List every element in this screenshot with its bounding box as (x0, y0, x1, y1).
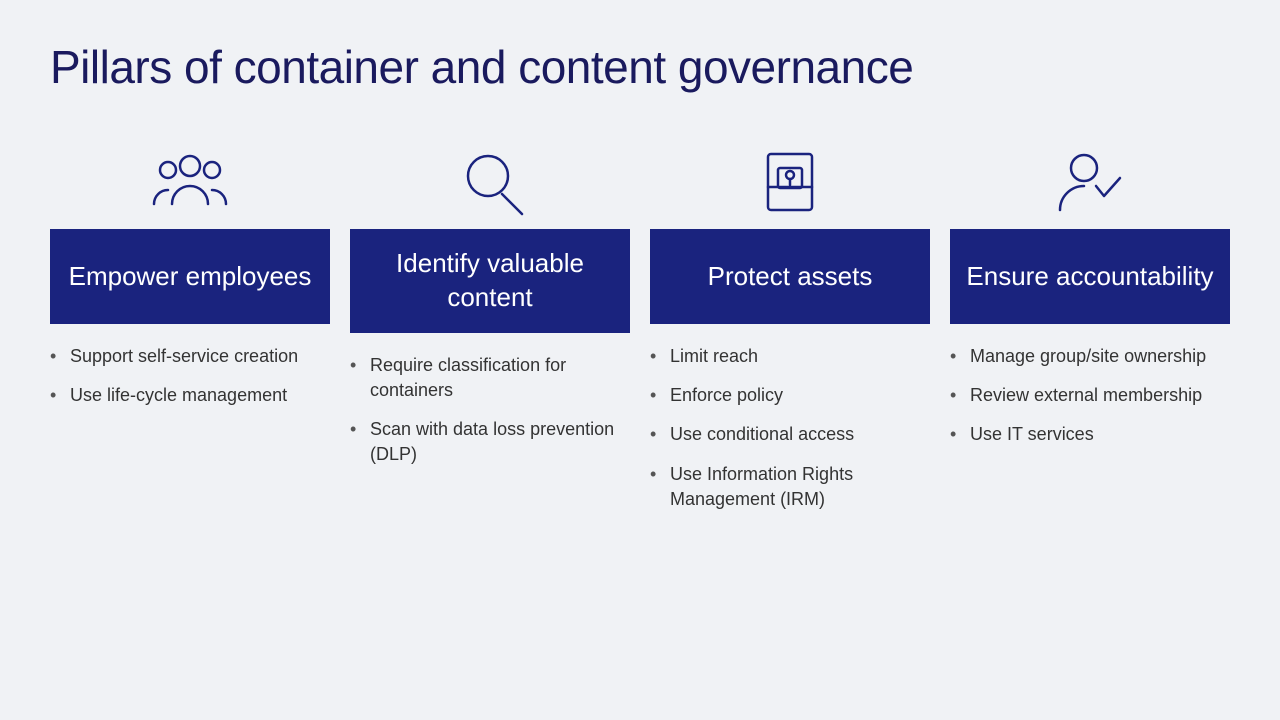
list-item: Use IT services (950, 422, 1230, 447)
list-item: Enforce policy (650, 383, 930, 408)
list-item: Review external membership (950, 383, 1230, 408)
list-item: Manage group/site ownership (950, 344, 1230, 369)
search-icon (450, 142, 530, 222)
list-item: Use Information Rights Management (IRM) (650, 462, 930, 512)
people-icon (150, 142, 230, 222)
pillar-ensure-icon-area (950, 134, 1230, 229)
pillar-identify-icon-area (350, 134, 630, 229)
page-title: Pillars of container and content governa… (50, 40, 1230, 94)
pillar-empower: Empower employees Support self-service c… (50, 134, 330, 422)
person-check-icon (1050, 142, 1130, 222)
shield-icon (750, 142, 830, 222)
pillar-ensure-list: Manage group/site ownership Review exter… (950, 344, 1230, 462)
pillar-protect-list: Limit reach Enforce policy Use condition… (650, 344, 930, 526)
pillar-protect-header: Protect assets (650, 229, 930, 324)
pillar-identify: Identify valuable content Require classi… (350, 134, 630, 481)
pillar-protect: Protect assets Limit reach Enforce polic… (650, 134, 930, 526)
pillar-ensure: Ensure accountability Manage group/site … (950, 134, 1230, 462)
list-item: Use conditional access (650, 422, 930, 447)
pillar-identify-header: Identify valuable content (350, 229, 630, 333)
pillar-empower-icon-area (50, 134, 330, 229)
pillar-identify-list: Require classification for containers Sc… (350, 353, 630, 482)
pillar-empower-header: Empower employees (50, 229, 330, 324)
pillar-protect-icon-area (650, 134, 930, 229)
list-item: Use life-cycle management (50, 383, 330, 408)
list-item: Require classification for containers (350, 353, 630, 403)
pillars-container: Empower employees Support self-service c… (50, 134, 1230, 526)
list-item: Support self-service creation (50, 344, 330, 369)
list-item: Limit reach (650, 344, 930, 369)
pillar-empower-list: Support self-service creation Use life-c… (50, 344, 330, 422)
pillar-ensure-header: Ensure accountability (950, 229, 1230, 324)
list-item: Scan with data loss prevention (DLP) (350, 417, 630, 467)
page-container: Pillars of container and content governa… (0, 0, 1280, 720)
